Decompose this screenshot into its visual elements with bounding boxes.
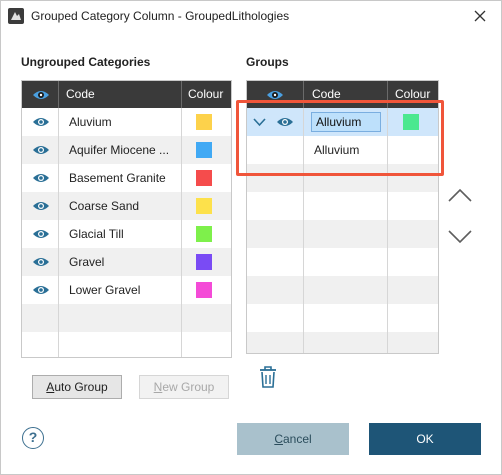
new-group-label: ew Group bbox=[162, 380, 215, 394]
header-separator bbox=[387, 81, 388, 108]
empty-row bbox=[22, 304, 231, 332]
eye-icon[interactable] bbox=[32, 88, 50, 102]
child-category-code: Alluvium bbox=[314, 143, 360, 157]
colour-swatch[interactable] bbox=[196, 198, 212, 214]
title-bar: Grouped Category Column - GroupedLitholo… bbox=[0, 0, 502, 30]
empty-row bbox=[247, 304, 438, 332]
column-divider bbox=[303, 108, 304, 353]
category-code: Lower Gravel bbox=[69, 283, 141, 297]
window-title: Grouped Category Column - GroupedLitholo… bbox=[31, 9, 290, 23]
ungrouped-categories-label: Ungrouped Categories bbox=[21, 55, 151, 69]
table-row[interactable]: Aquifer Miocene ... bbox=[22, 136, 231, 164]
move-down-button[interactable] bbox=[447, 228, 473, 246]
groups-grid-header: Code Colour bbox=[247, 81, 438, 108]
colour-swatch[interactable] bbox=[196, 226, 212, 242]
colour-swatch[interactable] bbox=[403, 114, 419, 130]
empty-row bbox=[247, 192, 438, 220]
new-group-button[interactable]: New Group bbox=[139, 375, 229, 399]
eye-icon[interactable] bbox=[32, 227, 50, 241]
app-icon bbox=[8, 8, 24, 24]
category-code: Aquifer Miocene ... bbox=[69, 143, 170, 157]
empty-row bbox=[247, 332, 438, 353]
header-separator bbox=[58, 81, 59, 108]
column-divider bbox=[181, 108, 182, 357]
chevron-down-icon[interactable] bbox=[253, 117, 266, 127]
header-code[interactable]: Code bbox=[312, 81, 341, 108]
table-row[interactable]: Lower Gravel bbox=[22, 276, 231, 304]
group-child-row[interactable]: Alluvium bbox=[247, 136, 438, 164]
header-code[interactable]: Code bbox=[66, 81, 95, 108]
empty-row bbox=[247, 220, 438, 248]
auto-group-button[interactable]: Auto Group bbox=[32, 375, 122, 399]
move-up-button[interactable] bbox=[447, 186, 473, 204]
category-code: Coarse Sand bbox=[69, 199, 140, 213]
empty-row bbox=[22, 332, 231, 357]
eye-icon[interactable] bbox=[266, 88, 284, 102]
ok-button[interactable]: OK bbox=[369, 423, 481, 455]
group-row[interactable]: Alluvium bbox=[247, 108, 438, 136]
eye-icon[interactable] bbox=[276, 115, 294, 129]
colour-swatch[interactable] bbox=[196, 142, 212, 158]
empty-row bbox=[247, 164, 438, 192]
column-divider bbox=[387, 108, 388, 353]
colour-swatch[interactable] bbox=[196, 170, 212, 186]
trash-icon[interactable] bbox=[257, 365, 279, 389]
new-group-mnemonic: N bbox=[153, 380, 163, 394]
eye-icon[interactable] bbox=[32, 283, 50, 297]
category-code: Gravel bbox=[69, 255, 105, 269]
eye-icon[interactable] bbox=[32, 115, 50, 129]
colour-swatch[interactable] bbox=[196, 254, 212, 270]
table-row[interactable]: Glacial Till bbox=[22, 220, 231, 248]
empty-row bbox=[247, 276, 438, 304]
help-icon[interactable]: ? bbox=[22, 427, 44, 449]
close-icon bbox=[474, 10, 486, 22]
ungrouped-categories-grid: Code Colour Aluvium Aquifer Miocene ... … bbox=[21, 80, 232, 358]
table-row[interactable]: Aluvium bbox=[22, 108, 231, 136]
group-code-input[interactable]: Alluvium bbox=[311, 112, 381, 132]
table-row[interactable]: Coarse Sand bbox=[22, 192, 231, 220]
eye-icon[interactable] bbox=[32, 255, 50, 269]
eye-icon[interactable] bbox=[32, 143, 50, 157]
table-row[interactable]: Gravel bbox=[22, 248, 231, 276]
category-code: Glacial Till bbox=[69, 227, 124, 241]
header-colour[interactable]: Colour bbox=[188, 81, 223, 108]
empty-row bbox=[247, 248, 438, 276]
colour-swatch[interactable] bbox=[196, 114, 212, 130]
groups-grid: Code Colour Alluvium Alluvium bbox=[246, 80, 439, 354]
auto-group-label: uto Group bbox=[54, 380, 108, 394]
header-separator bbox=[303, 81, 304, 108]
colour-swatch[interactable] bbox=[196, 282, 212, 298]
header-colour[interactable]: Colour bbox=[395, 81, 430, 108]
cancel-label: ancel bbox=[282, 432, 312, 446]
close-button[interactable] bbox=[469, 5, 491, 27]
table-row[interactable]: Basement Granite bbox=[22, 164, 231, 192]
cancel-button[interactable]: Cancel bbox=[237, 423, 349, 455]
column-divider bbox=[58, 108, 59, 357]
eye-icon[interactable] bbox=[32, 199, 50, 213]
category-code: Basement Granite bbox=[69, 171, 166, 185]
eye-icon[interactable] bbox=[32, 171, 50, 185]
cancel-mnemonic: C bbox=[274, 432, 283, 446]
ungrouped-grid-header: Code Colour bbox=[22, 81, 231, 108]
header-separator bbox=[181, 81, 182, 108]
groups-label: Groups bbox=[246, 55, 289, 69]
category-code: Aluvium bbox=[69, 115, 112, 129]
